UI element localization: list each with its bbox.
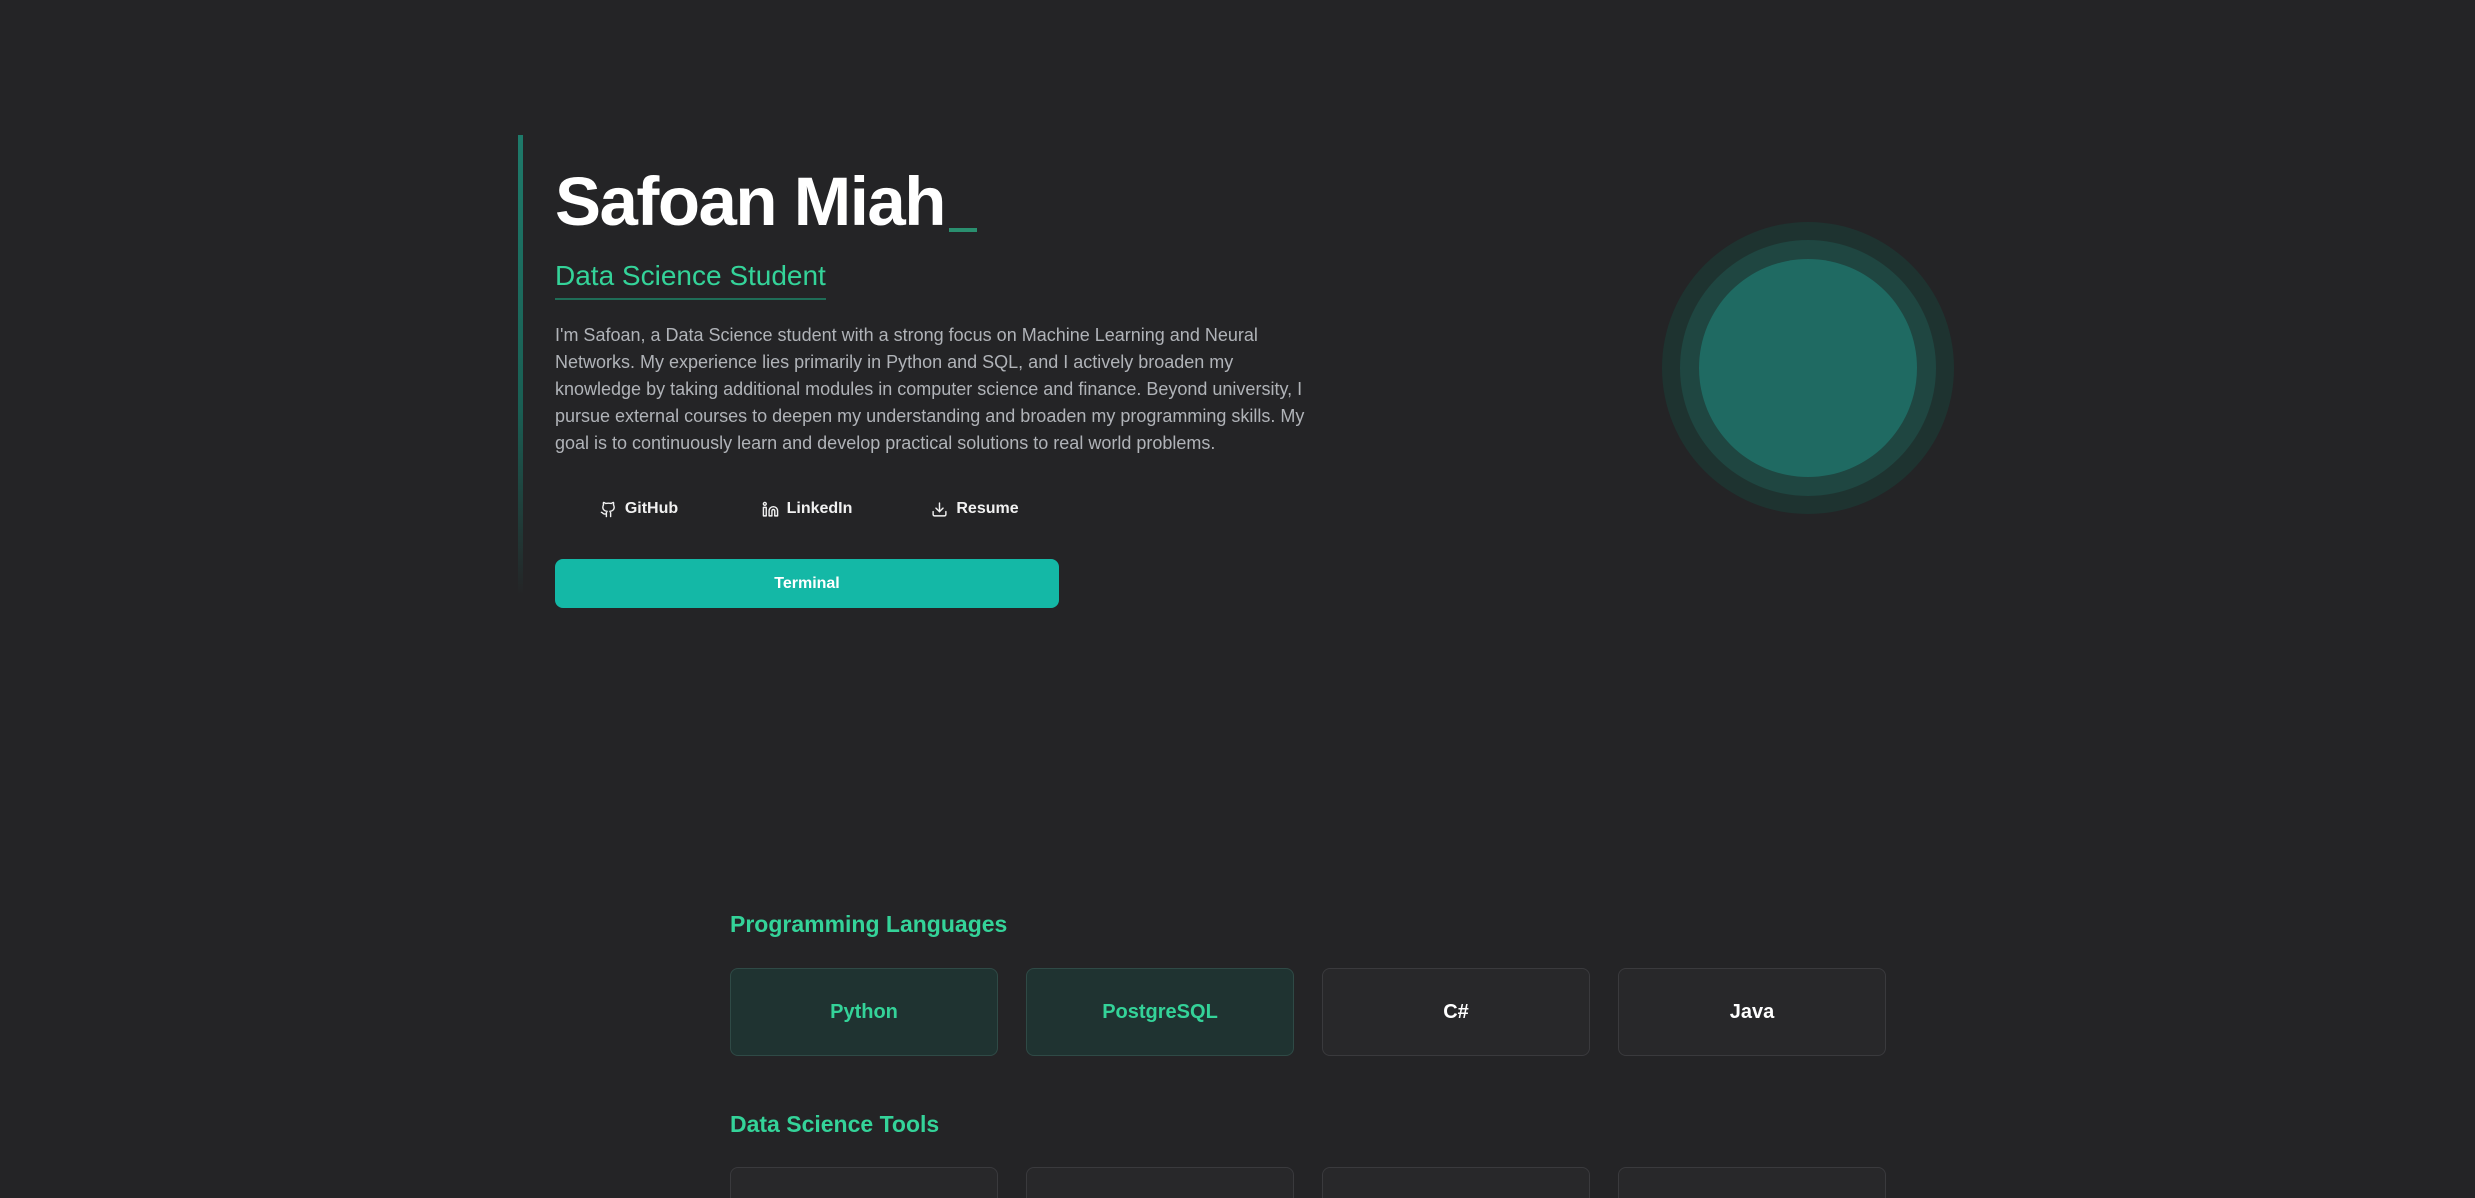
hero-accent-bar xyxy=(518,135,523,595)
orb-middle-ring xyxy=(1680,240,1936,496)
social-links: GitHub LinkedIn Resume xyxy=(555,491,1059,527)
download-icon xyxy=(932,501,947,517)
linkedin-label: LinkedIn xyxy=(786,500,853,517)
data-science-tools-title: Data Science Tools xyxy=(730,1111,940,1137)
portfolio-page: Safoan Miah Data Science Student I'm Saf… xyxy=(0,0,2475,1198)
skill-card-java[interactable]: Java xyxy=(1618,968,1886,1056)
skill-card[interactable] xyxy=(1618,1167,1886,1198)
skill-card-python[interactable]: Python xyxy=(730,968,998,1056)
orb-core xyxy=(1699,259,1917,477)
resume-link[interactable]: Resume xyxy=(891,491,1059,527)
page-title: Safoan Miah xyxy=(555,162,977,242)
decorative-orb xyxy=(1662,222,1954,514)
skill-card[interactable] xyxy=(1322,1167,1590,1198)
role-subtitle: Data Science Student xyxy=(555,260,826,300)
skill-card[interactable] xyxy=(730,1167,998,1198)
programming-languages-title: Programming Languages xyxy=(730,911,1008,937)
name-text: Safoan Miah xyxy=(555,163,946,240)
resume-label: Resume xyxy=(956,500,1019,517)
programming-languages-grid: Python PostgreSQL C# Java xyxy=(730,968,1886,1056)
skill-card[interactable] xyxy=(1026,1167,1294,1198)
blinking-cursor xyxy=(948,228,977,232)
skill-card-postgresql[interactable]: PostgreSQL xyxy=(1026,968,1294,1056)
github-label: GitHub xyxy=(624,500,679,517)
hero-section: Safoan Miah Data Science Student I'm Saf… xyxy=(518,135,1318,608)
terminal-button[interactable]: Terminal xyxy=(555,559,1059,608)
bio-paragraph: I'm Safoan, a Data Science student with … xyxy=(555,325,1305,453)
linkedin-link[interactable]: LinkedIn xyxy=(723,491,891,527)
github-icon xyxy=(600,501,615,517)
linkedin-icon xyxy=(762,501,778,517)
data-science-tools-grid xyxy=(730,1167,1886,1198)
skill-card-csharp[interactable]: C# xyxy=(1322,968,1590,1056)
github-link[interactable]: GitHub xyxy=(555,491,723,527)
